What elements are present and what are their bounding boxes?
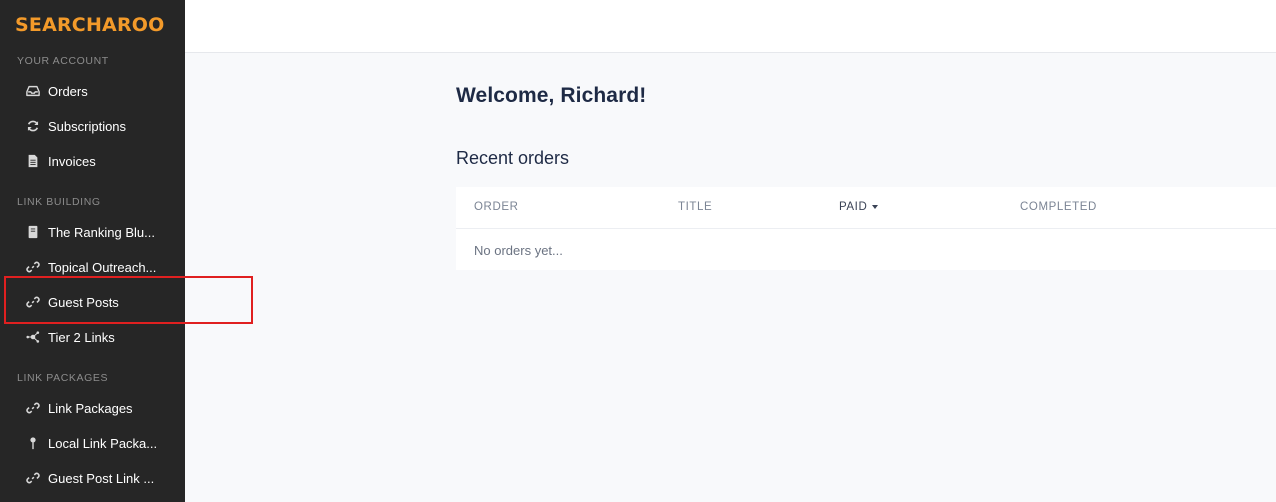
sidebar-item-link-packages[interactable]: Link Packages — [0, 393, 185, 423]
link-icon — [25, 400, 41, 416]
column-header-title[interactable]: TITLE — [678, 201, 712, 213]
sidebar-item-tier-2-links[interactable]: Tier 2 Links — [0, 322, 185, 352]
sidebar-item-invoices[interactable]: Invoices — [0, 146, 185, 176]
link-icon — [25, 294, 41, 310]
inbox-icon — [25, 83, 41, 99]
table-header: ORDER TITLE PAID COMPLETED — [456, 187, 1276, 229]
section-your-account: YOUR ACCOUNT — [17, 55, 109, 67]
column-header-completed[interactable]: COMPLETED — [1020, 201, 1097, 213]
sidebar-item-ranking-blueprint[interactable]: The Ranking Blu... — [0, 217, 185, 247]
sidebar-item-guest-posts[interactable]: Guest Posts — [0, 287, 185, 317]
sidebar-item-local-link-packages[interactable]: Local Link Packa... — [0, 428, 185, 458]
sidebar: SEARCHAROO YOUR ACCOUNT Orders Subscript… — [0, 0, 185, 502]
sidebar-item-label: Subscriptions — [48, 118, 127, 134]
column-header-paid-label: PAID — [839, 201, 868, 213]
section-link-packages: LINK PACKAGES — [17, 372, 109, 384]
top-bar — [185, 0, 1276, 53]
sidebar-item-label: Orders — [48, 83, 88, 99]
sidebar-item-label: Guest Posts — [48, 294, 119, 310]
sidebar-item-topical-outreach[interactable]: Topical Outreach... — [0, 252, 185, 282]
empty-state-text: No orders yet... — [474, 243, 563, 258]
sidebar-item-label: Topical Outreach... — [48, 259, 157, 275]
welcome-heading: Welcome, Richard! — [456, 84, 647, 107]
column-header-order[interactable]: ORDER — [474, 201, 519, 213]
sync-icon — [25, 118, 41, 134]
sidebar-item-label: Local Link Packa... — [48, 435, 158, 451]
sidebar-item-subscriptions[interactable]: Subscriptions — [0, 111, 185, 141]
book-icon — [25, 224, 41, 240]
sidebar-item-guest-post-link[interactable]: Guest Post Link ... — [0, 463, 185, 493]
sort-caret-icon — [872, 204, 879, 209]
sidebar-item-label: Link Packages — [48, 400, 133, 416]
sidebar-item-label: Tier 2 Links — [48, 329, 115, 345]
link-icon — [25, 259, 41, 275]
recent-orders-heading: Recent orders — [456, 148, 570, 168]
pin-icon — [25, 435, 41, 451]
network-icon — [25, 329, 41, 345]
section-link-building: LINK BUILDING — [17, 196, 101, 208]
sidebar-item-label: The Ranking Blu... — [48, 224, 155, 240]
link-icon — [25, 470, 41, 486]
sidebar-item-label: Invoices — [48, 153, 96, 169]
searcharoo-logo[interactable]: SEARCHAROO — [15, 14, 164, 36]
column-header-paid[interactable]: PAID — [839, 201, 879, 213]
document-icon — [25, 153, 41, 169]
sidebar-item-label: Guest Post Link ... — [48, 470, 155, 486]
recent-orders-table: ORDER TITLE PAID COMPLETED No orders yet… — [456, 187, 1276, 270]
sidebar-item-orders[interactable]: Orders — [0, 76, 185, 106]
